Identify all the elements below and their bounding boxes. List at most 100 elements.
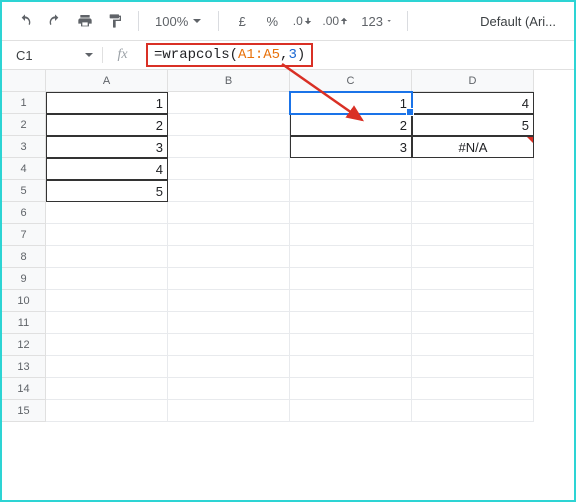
cell-d10[interactable] [412,290,534,312]
cell-c1[interactable]: 1 [290,92,412,114]
cell-d11[interactable] [412,312,534,334]
cell-b12[interactable] [168,334,290,356]
cell-a9[interactable] [46,268,168,290]
cell-d3[interactable]: #N/A [412,136,534,158]
cell-a1[interactable]: 1 [46,92,168,114]
zoom-dropdown[interactable]: 100% [149,14,208,29]
grid-row: 6 [2,202,574,224]
cell-d7[interactable] [412,224,534,246]
name-box[interactable]: C1 [2,48,102,63]
percent-button[interactable]: % [259,8,285,34]
cell-d6[interactable] [412,202,534,224]
row-header[interactable]: 2 [2,114,46,136]
cell-a13[interactable] [46,356,168,378]
column-header-b[interactable]: B [168,70,290,92]
column-header-a[interactable]: A [46,70,168,92]
cell-a10[interactable] [46,290,168,312]
cell-b2[interactable] [168,114,290,136]
cell-c11[interactable] [290,312,412,334]
cell-a2[interactable]: 2 [46,114,168,136]
cell-d8[interactable] [412,246,534,268]
currency-button[interactable]: £ [229,8,255,34]
cell-b7[interactable] [168,224,290,246]
cell-b13[interactable] [168,356,290,378]
row-header[interactable]: 6 [2,202,46,224]
paint-format-icon[interactable] [102,8,128,34]
row-header[interactable]: 11 [2,312,46,334]
cell-c10[interactable] [290,290,412,312]
cell-d12[interactable] [412,334,534,356]
cell-d2[interactable]: 5 [412,114,534,136]
increase-decimal-button[interactable]: .00 [319,8,351,34]
row-header[interactable]: 13 [2,356,46,378]
row-header[interactable]: 14 [2,378,46,400]
cell-b5[interactable] [168,180,290,202]
select-all-corner[interactable] [2,70,46,92]
cell-a6[interactable] [46,202,168,224]
column-header-d[interactable]: D [412,70,534,92]
cell-d5[interactable] [412,180,534,202]
redo-icon[interactable] [42,8,68,34]
cell-d15[interactable] [412,400,534,422]
cell-c4[interactable] [290,158,412,180]
cell-c5[interactable] [290,180,412,202]
cell-b8[interactable] [168,246,290,268]
cell-b15[interactable] [168,400,290,422]
cell-a4[interactable]: 4 [46,158,168,180]
undo-icon[interactable] [12,8,38,34]
row-header[interactable]: 9 [2,268,46,290]
cell-c14[interactable] [290,378,412,400]
cell-a12[interactable] [46,334,168,356]
cell-c15[interactable] [290,400,412,422]
decrease-decimal-button[interactable]: .0 [289,8,315,34]
grid-rows: 11142225333#N/A44556789101112131415 [2,92,574,422]
cell-b4[interactable] [168,158,290,180]
more-formats-dropdown[interactable]: 123 [355,14,397,29]
row-header[interactable]: 12 [2,334,46,356]
cell-b14[interactable] [168,378,290,400]
grid-row: 333#N/A [2,136,574,158]
cell-d14[interactable] [412,378,534,400]
fx-icon: fx [102,47,142,63]
cell-a8[interactable] [46,246,168,268]
cell-a5[interactable]: 5 [46,180,168,202]
chevron-down-icon [192,16,202,26]
column-header-c[interactable]: C [290,70,412,92]
cell-c8[interactable] [290,246,412,268]
cell-b1[interactable] [168,92,290,114]
row-header[interactable]: 15 [2,400,46,422]
cell-d4[interactable] [412,158,534,180]
cell-c3[interactable]: 3 [290,136,412,158]
cell-a15[interactable] [46,400,168,422]
cell-c6[interactable] [290,202,412,224]
row-header[interactable]: 5 [2,180,46,202]
row-header[interactable]: 4 [2,158,46,180]
row-header[interactable]: 10 [2,290,46,312]
cell-c9[interactable] [290,268,412,290]
cell-b11[interactable] [168,312,290,334]
row-header[interactable]: 7 [2,224,46,246]
cell-c13[interactable] [290,356,412,378]
cell-a7[interactable] [46,224,168,246]
cell-b9[interactable] [168,268,290,290]
cell-b6[interactable] [168,202,290,224]
cell-c2[interactable]: 2 [290,114,412,136]
row-header[interactable]: 3 [2,136,46,158]
row-header[interactable]: 1 [2,92,46,114]
font-dropdown[interactable]: Default (Ari... [480,14,564,29]
cell-b10[interactable] [168,290,290,312]
toolbar: 100% £ % .0 .00 123 Default (Ari... [2,2,574,40]
cell-a3[interactable]: 3 [46,136,168,158]
row-header[interactable]: 8 [2,246,46,268]
formula-input[interactable]: =wrapcols(A1:A5,3) [142,43,574,67]
cell-a14[interactable] [46,378,168,400]
cell-a11[interactable] [46,312,168,334]
cell-d13[interactable] [412,356,534,378]
spreadsheet-grid[interactable]: A B C D 11142225333#N/A44556789101112131… [2,70,574,500]
print-icon[interactable] [72,8,98,34]
cell-d9[interactable] [412,268,534,290]
cell-c7[interactable] [290,224,412,246]
cell-c12[interactable] [290,334,412,356]
cell-d1[interactable]: 4 [412,92,534,114]
cell-b3[interactable] [168,136,290,158]
